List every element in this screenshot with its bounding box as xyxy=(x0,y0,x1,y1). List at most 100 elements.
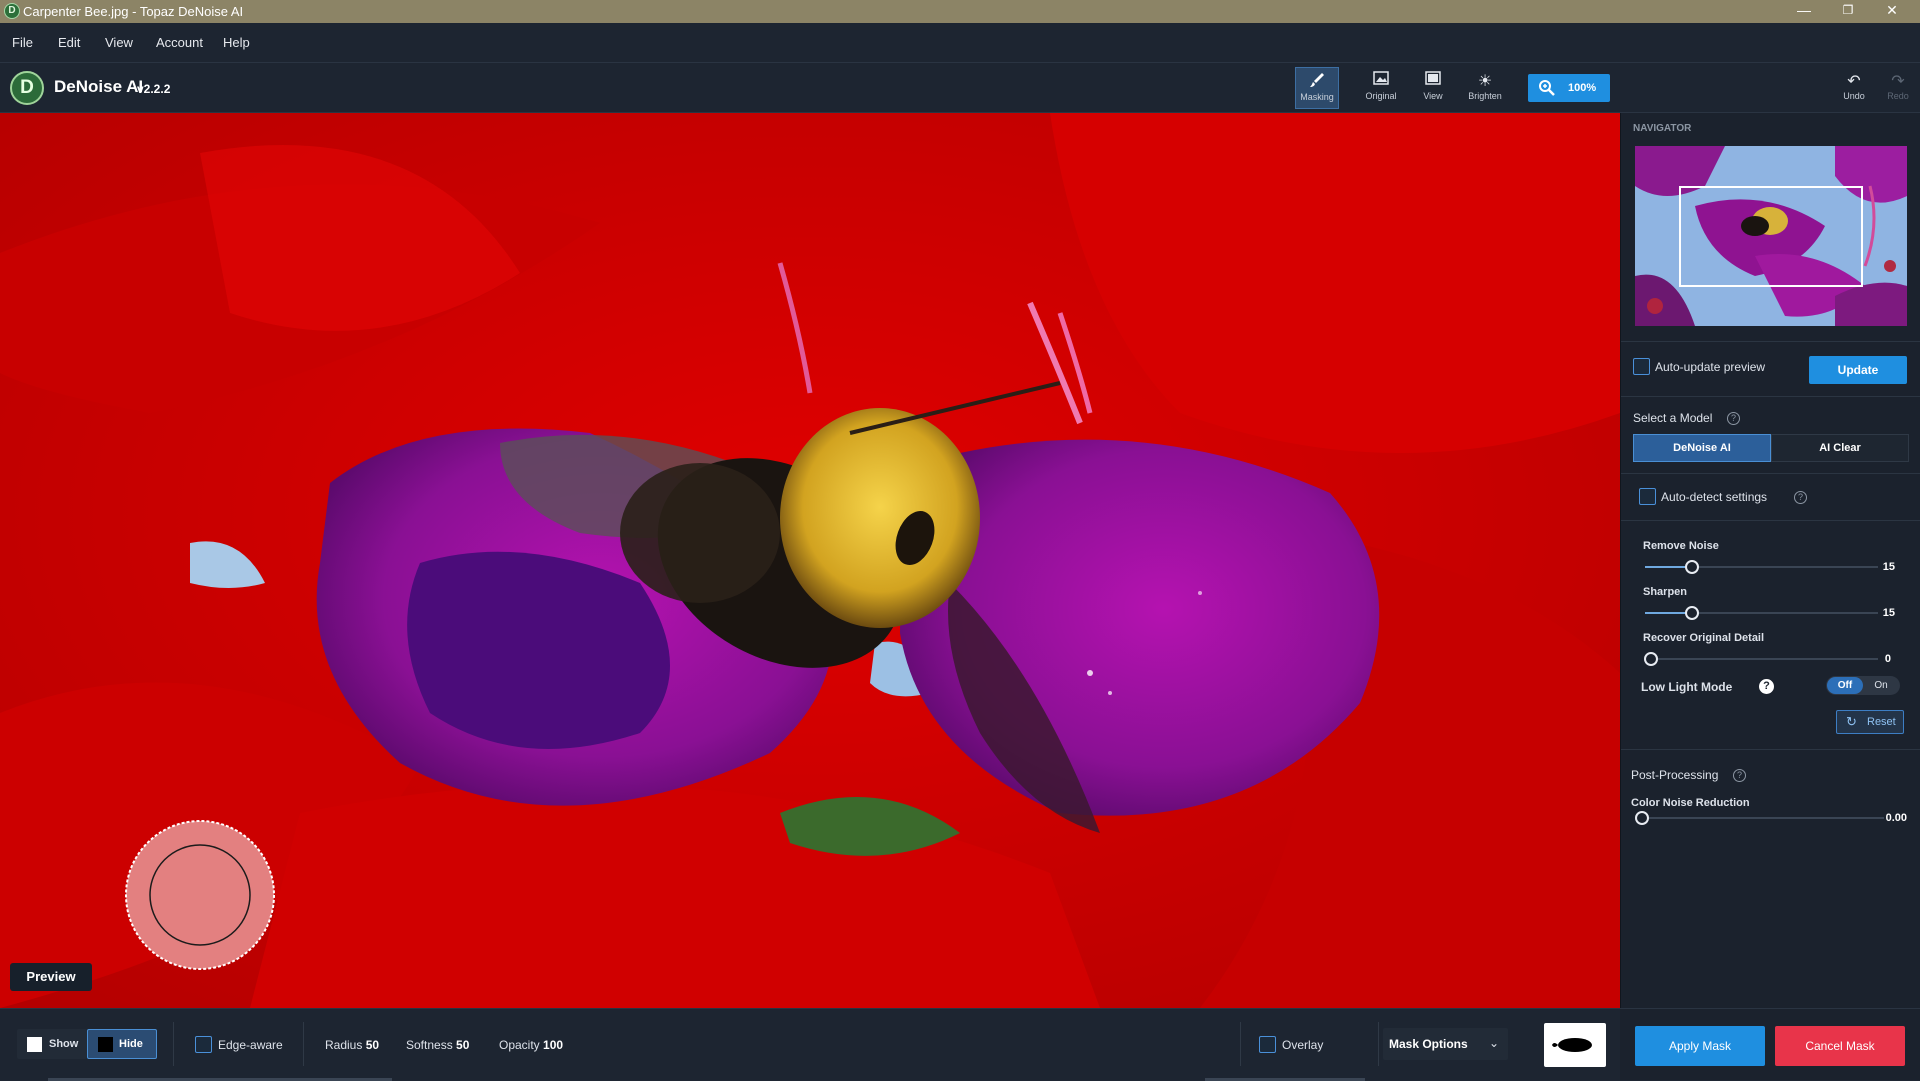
reset-icon: ↻ xyxy=(1846,714,1857,729)
view-tool-button[interactable]: View xyxy=(1411,67,1455,109)
mask-actions: Apply Mask Cancel Mask xyxy=(1620,1008,1920,1080)
help-icon[interactable]: ? xyxy=(1733,769,1746,782)
radius-value: 50 xyxy=(365,1038,380,1052)
model-tab-ai-clear[interactable]: AI Clear xyxy=(1771,434,1909,462)
hide-button[interactable]: Hide xyxy=(87,1029,157,1059)
toggle-on[interactable]: On xyxy=(1864,677,1898,694)
minimize-button[interactable]: — xyxy=(1782,0,1826,23)
model-tab-denoise[interactable]: DeNoise AI xyxy=(1633,434,1771,462)
redo-button[interactable]: ↷ Redo xyxy=(1876,67,1920,109)
mask-preview-image xyxy=(1552,1038,1592,1052)
masking-tool-button[interactable]: Masking xyxy=(1295,67,1339,109)
masked-image xyxy=(0,113,1620,1008)
view-label: View xyxy=(1423,91,1443,101)
low-light-help-icon[interactable]: ? xyxy=(1759,679,1774,694)
title-bar: D Carpenter Bee.jpg - Topaz DeNoise AI —… xyxy=(0,0,1920,23)
preview-label: Preview xyxy=(10,963,92,991)
softness-control[interactable]: Softness 50 xyxy=(406,1038,469,1052)
mask-toolbar: Show Hide Edge-aware Radius 50 Softness … xyxy=(0,1008,1620,1081)
sharpen-knob[interactable] xyxy=(1684,606,1699,620)
sharpen-value: 15 xyxy=(1882,607,1895,619)
menu-help[interactable]: Help xyxy=(223,35,250,50)
brighten-tool-button[interactable]: ☀ Brighten xyxy=(1463,67,1507,109)
opacity-control[interactable]: Opacity 100 xyxy=(499,1038,563,1052)
auto-detect-checkbox[interactable] xyxy=(1639,488,1656,505)
brighten-label: Brighten xyxy=(1468,91,1502,101)
menu-file[interactable]: File xyxy=(12,35,33,50)
edge-aware-checkbox[interactable] xyxy=(195,1036,212,1053)
zoom-icon xyxy=(1538,79,1555,99)
edge-aware-label: Edge-aware xyxy=(218,1038,283,1052)
right-panel: NAVIGATOR Auto-update preview Update Sel… xyxy=(1620,113,1920,1008)
low-light-label: Low Light Mode xyxy=(1641,680,1733,694)
remove-noise-slider[interactable] xyxy=(1645,560,1878,574)
mask-thumbnail[interactable] xyxy=(1544,1023,1606,1067)
masking-label: Masking xyxy=(1300,92,1334,102)
hide-swatch xyxy=(98,1037,113,1052)
redo-label: Redo xyxy=(1887,91,1909,101)
color-noise-knob[interactable] xyxy=(1635,811,1649,825)
close-button[interactable]: ✕ xyxy=(1870,0,1914,23)
chevron-down-icon: ⌄ xyxy=(1489,1036,1500,1050)
toggle-off[interactable]: Off xyxy=(1827,677,1863,694)
restore-button[interactable]: ❐ xyxy=(1826,0,1870,23)
recover-detail-label: Recover Original Detail xyxy=(1643,632,1765,644)
zoom-button[interactable]: 100% xyxy=(1528,74,1610,102)
radius-control[interactable]: Radius 50 xyxy=(325,1038,379,1052)
navigator-image xyxy=(1635,146,1907,326)
recover-detail-slider[interactable] xyxy=(1644,652,1878,666)
help-icon[interactable]: ? xyxy=(1727,412,1740,425)
color-noise-slider[interactable] xyxy=(1635,811,1884,825)
opacity-label: Opacity xyxy=(499,1038,540,1052)
color-noise-label: Color Noise Reduction xyxy=(1631,797,1750,809)
image-canvas[interactable]: Preview xyxy=(0,113,1620,1008)
low-light-toggle[interactable]: Off On xyxy=(1826,676,1900,695)
menu-edit[interactable]: Edit xyxy=(58,35,80,50)
undo-icon: ↶ xyxy=(1847,73,1861,90)
app-name: DeNoise AI xyxy=(54,77,144,96)
undo-button[interactable]: ↶ Undo xyxy=(1832,67,1876,109)
app-version: v2.2.2 xyxy=(137,82,171,96)
image-icon xyxy=(1359,71,1403,91)
auto-update-checkbox[interactable] xyxy=(1633,358,1650,375)
toolbar: D DeNoise AI v2.2.2 Masking Original Vie… xyxy=(0,63,1920,113)
sun-icon: ☀ xyxy=(1477,73,1493,90)
color-noise-value: 0.00 xyxy=(1885,812,1907,824)
mask-options-label: Mask Options xyxy=(1389,1037,1468,1051)
app-icon: D xyxy=(4,3,20,19)
navigator-title: NAVIGATOR xyxy=(1633,123,1692,134)
menu-account[interactable]: Account xyxy=(156,35,203,50)
help-icon[interactable]: ? xyxy=(1794,491,1807,504)
sharpen-slider[interactable] xyxy=(1645,606,1878,620)
app-logo: D xyxy=(10,71,44,105)
menu-view[interactable]: View xyxy=(105,35,133,50)
show-button[interactable]: Show xyxy=(17,1029,87,1059)
remove-noise-knob[interactable] xyxy=(1684,560,1699,574)
original-label: Original xyxy=(1365,91,1397,101)
cancel-mask-button[interactable]: Cancel Mask xyxy=(1775,1026,1905,1066)
undo-label: Undo xyxy=(1843,91,1865,101)
apply-mask-button[interactable]: Apply Mask xyxy=(1635,1026,1765,1066)
zoom-level: 100% xyxy=(1568,82,1597,94)
reset-button[interactable]: ↻ Reset xyxy=(1836,710,1904,734)
show-label: Show xyxy=(49,1038,79,1050)
show-swatch xyxy=(27,1037,42,1052)
recover-detail-value: 0 xyxy=(1884,653,1891,665)
window-title: Carpenter Bee.jpg - Topaz DeNoise AI xyxy=(23,4,244,19)
recover-detail-knob[interactable] xyxy=(1644,652,1658,666)
menu-bar: File Edit View Account Help xyxy=(0,23,1920,63)
overlay-checkbox[interactable] xyxy=(1259,1036,1276,1053)
hide-label: Hide xyxy=(119,1038,143,1050)
navigator-thumbnail[interactable] xyxy=(1635,146,1907,326)
remove-noise-label: Remove Noise xyxy=(1643,540,1719,552)
redo-icon: ↷ xyxy=(1891,73,1905,90)
auto-detect-label: Auto-detect settings xyxy=(1661,490,1768,504)
radius-label: Radius xyxy=(325,1038,363,1052)
mask-options-dropdown[interactable]: Mask Options ⌄ xyxy=(1383,1028,1508,1060)
select-model-label: Select a Model xyxy=(1633,411,1713,425)
sharpen-label: Sharpen xyxy=(1643,586,1688,598)
remove-noise-value: 15 xyxy=(1882,561,1895,573)
overlay-label: Overlay xyxy=(1282,1038,1324,1052)
update-button[interactable]: Update xyxy=(1809,356,1907,384)
original-tool-button[interactable]: Original xyxy=(1359,67,1403,109)
